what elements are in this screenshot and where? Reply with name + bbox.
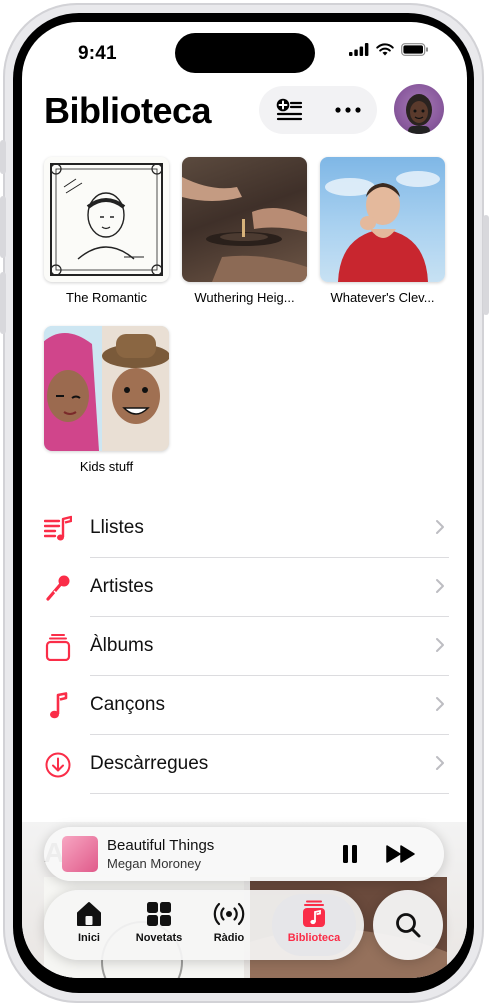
next-track-button[interactable] [386,845,416,863]
menu-label: Cançons [90,694,165,715]
now-playing-artist: Megan Moroney [107,856,201,871]
chevron-right-icon [436,520,444,534]
whatever-cover-art [325,171,440,282]
kids-cover-art [44,326,169,451]
power-button [483,215,489,315]
volume-up-button [0,196,6,258]
status-time: 9:41 [78,43,117,64]
dynamic-island [175,33,315,73]
chevron-right-icon [436,638,444,652]
album-title: The Romantic [66,290,147,305]
wifi-icon [376,43,394,56]
playlist-title: Kids stuff [79,459,134,474]
album-title: Whatever's Clev... [330,290,435,305]
chevron-right-icon [436,697,444,711]
tab-label: Ràdio [213,932,245,944]
screen: 9:41 Biblioteca The Romantic Wuthering H… [22,22,467,978]
list-add-icon [276,98,303,121]
menu-label: Descàrregues [90,753,209,774]
wuthering-cover-art [182,177,307,282]
separator [90,793,449,794]
download-icon [45,752,71,778]
memoji-avatar-icon [406,94,432,134]
menu-row-albums[interactable]: Àlbums [22,617,467,676]
search-button[interactable] [373,890,443,960]
pause-button[interactable] [342,844,358,864]
now-playing-song: Beautiful Things [107,837,215,854]
chevron-right-icon [436,756,444,770]
tab-label: Inici [77,932,100,944]
status-icons [349,43,429,56]
account-avatar[interactable] [394,84,444,134]
album-stack-icon [45,634,71,661]
album-item-romantic[interactable]: The Romantic [44,157,169,305]
more-icon [335,107,361,113]
page-title: Biblioteca [44,90,212,131]
album-cover [182,157,307,282]
battery-icon [401,43,428,56]
menu-label: Àlbums [90,635,154,656]
radio-icon [213,902,245,926]
music-note-icon [50,692,68,719]
tab-new[interactable]: Novetats [124,900,194,944]
tab-label: Biblioteca [287,932,341,944]
more-button[interactable] [335,107,361,113]
menu-row-downloads[interactable]: Descàrregues [22,735,467,794]
add-to-library-button[interactable] [275,97,303,123]
playlist-cover [44,326,169,451]
grid-icon [147,902,171,926]
menu-row-artists[interactable]: Artistes [22,558,467,617]
playlist-item-kids[interactable]: Kids stuff [44,326,169,474]
library-menu: Llistes Artistes Àlbums Cançons Descàrre… [22,499,467,794]
action-button [0,140,6,174]
album-item-wuthering[interactable]: Wuthering Heig... [182,157,307,305]
tab-library[interactable]: Biblioteca [272,894,356,956]
menu-label: Artistes [90,576,154,597]
tab-radio[interactable]: Ràdio [194,900,264,944]
menu-label: Llistes [90,517,144,538]
menu-row-songs[interactable]: Cançons [22,676,467,735]
forward-icon [386,845,415,863]
chevron-right-icon [436,579,444,593]
volume-down-button [0,272,6,334]
romantic-cover-art [50,163,163,276]
playlist-icon [44,515,72,541]
pause-icon [343,845,357,863]
mini-player[interactable]: Beautiful Things Megan Moroney [44,827,444,881]
album-cover [320,157,445,282]
tab-bar: Inici Novetats Ràdio Biblioteca [44,890,364,960]
search-icon [396,913,421,938]
library-icon [303,900,325,927]
tab-home[interactable]: Inici [54,900,124,944]
album-item-whatever[interactable]: Whatever's Clev... [320,157,445,305]
album-title: Wuthering Heig... [194,290,295,305]
now-playing-artwork [62,836,98,872]
microphone-icon [46,575,70,601]
menu-row-playlists[interactable]: Llistes [22,499,467,558]
header-actions [259,86,377,134]
cellular-signal-icon [349,43,369,56]
tab-label: Novetats [135,932,183,944]
home-icon [77,902,101,926]
album-cover [44,157,169,282]
